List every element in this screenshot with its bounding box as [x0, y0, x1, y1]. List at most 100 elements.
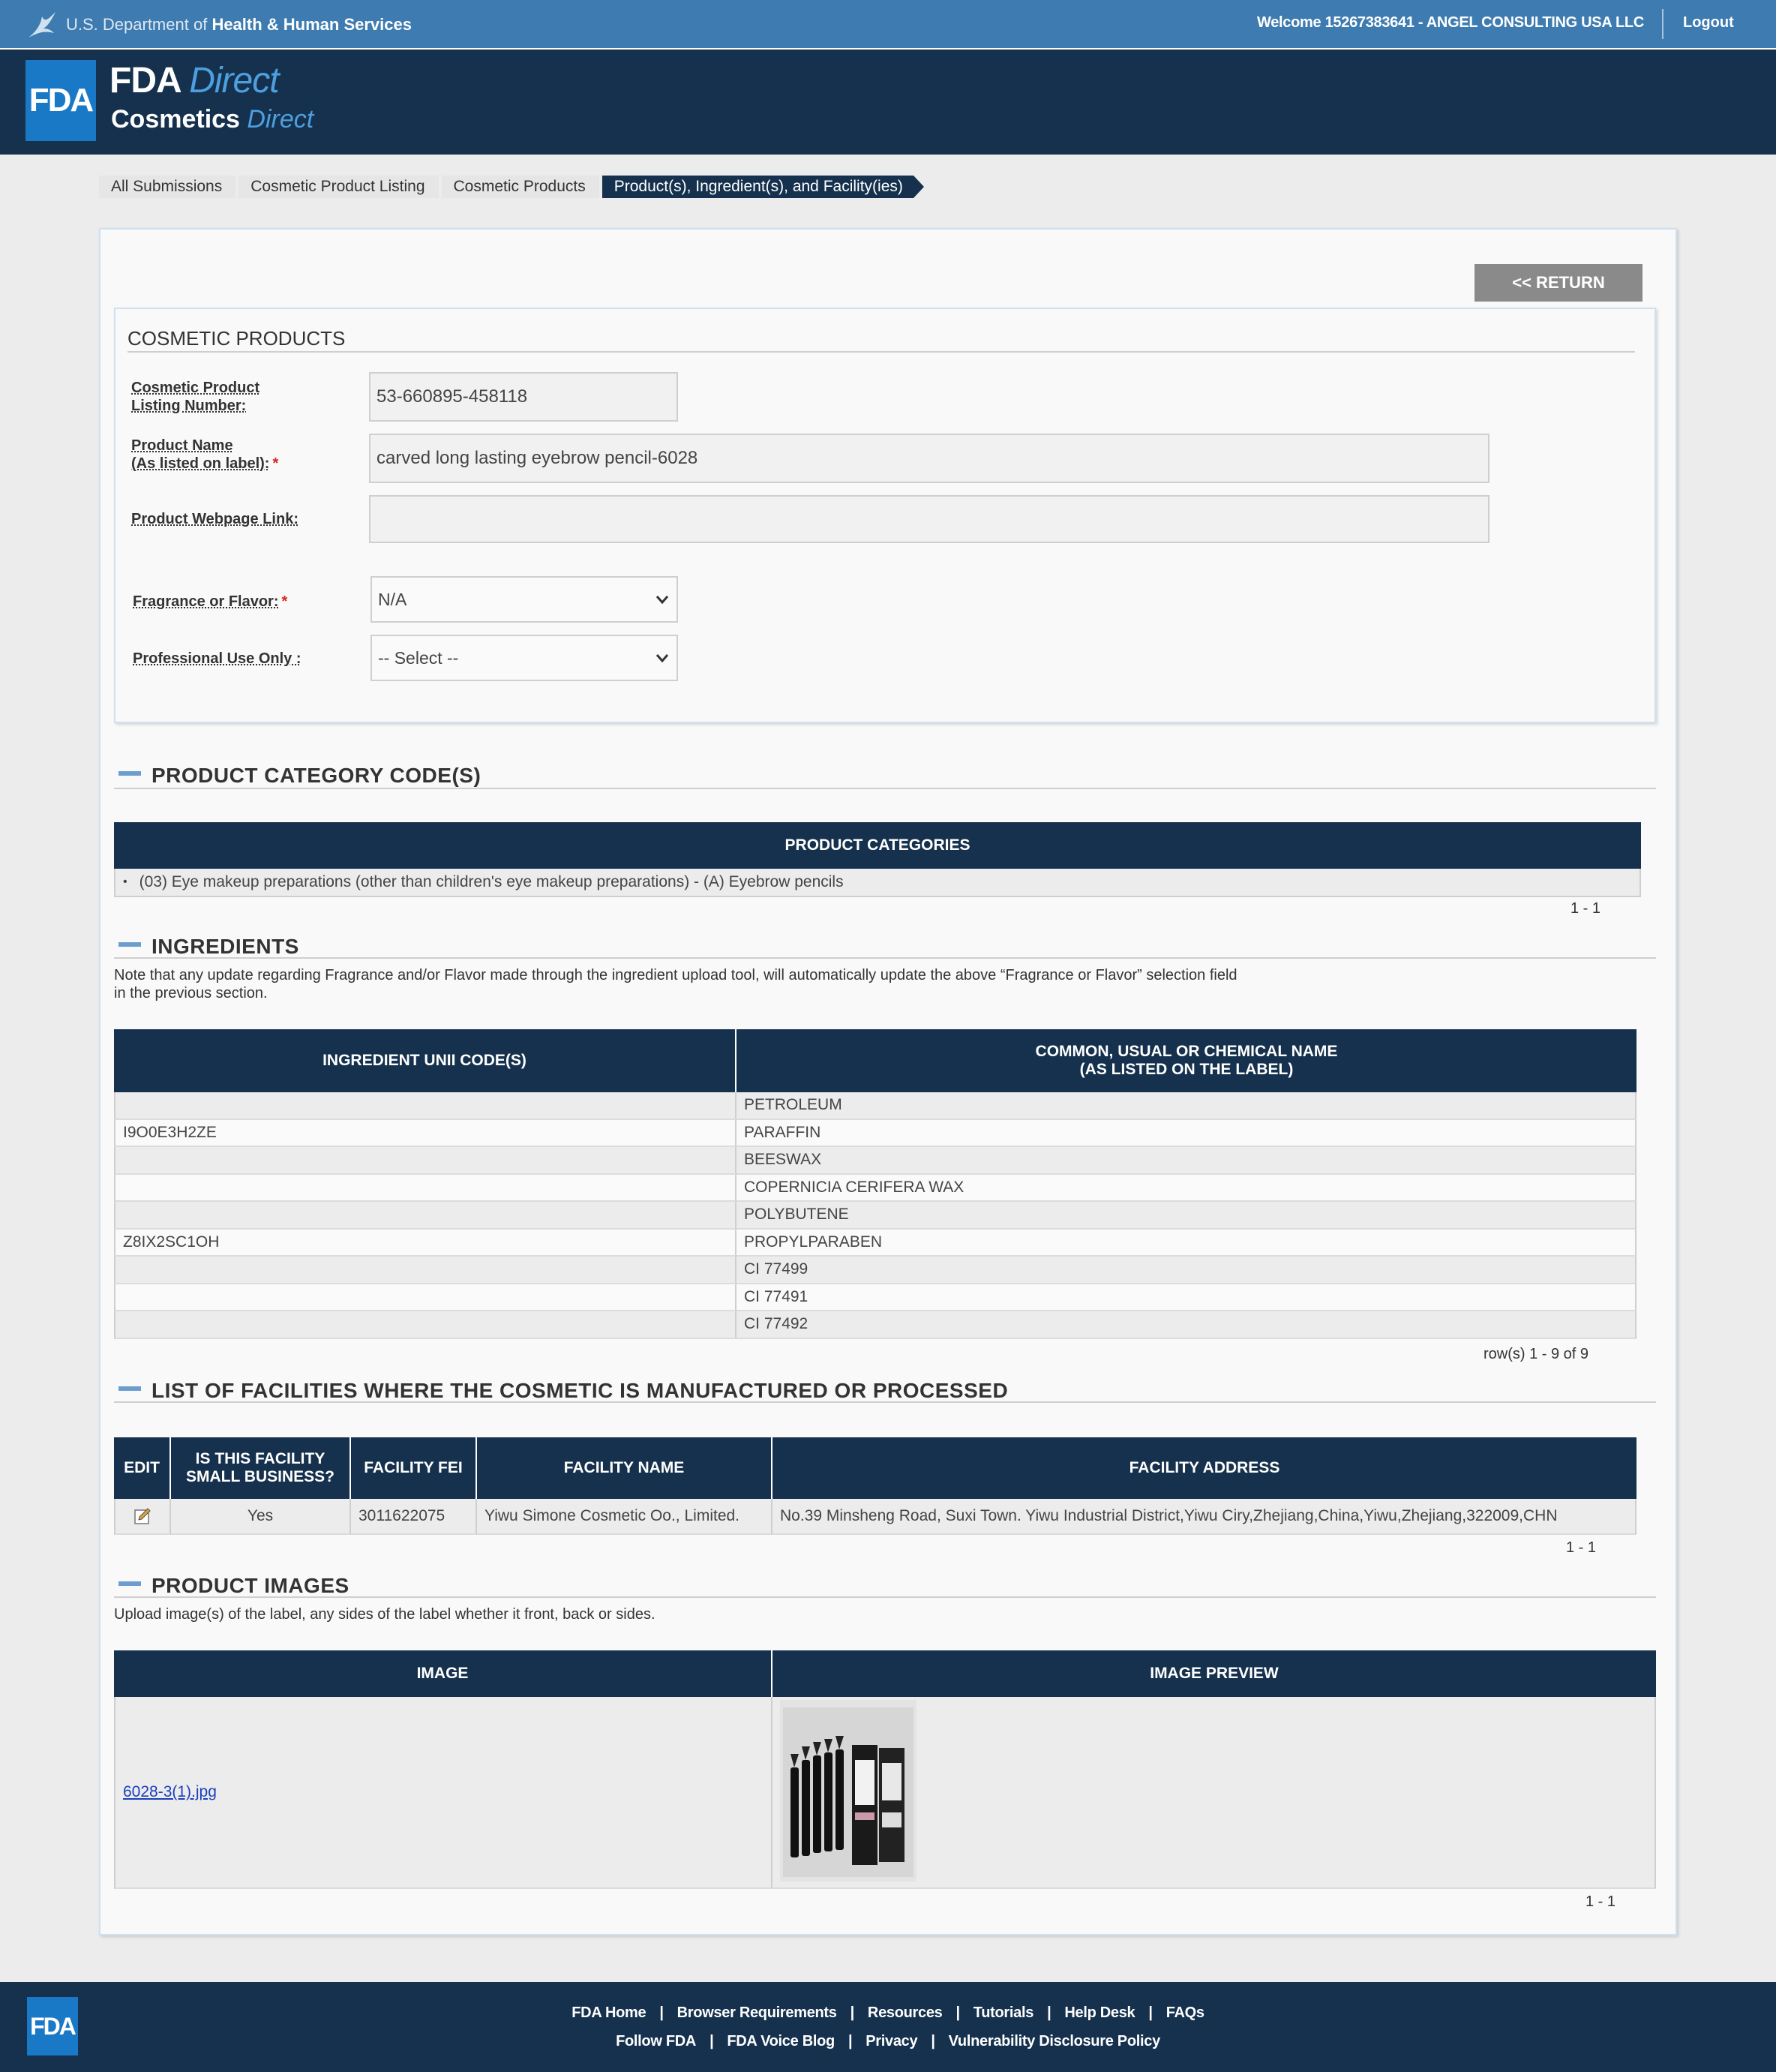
facilities-pager: 1 - 1 [1566, 1539, 1597, 1556]
return-button[interactable]: << RETURN [1474, 264, 1642, 302]
breadcrumb-all-submissions[interactable]: All Submissions [99, 176, 236, 198]
footer-link[interactable]: Tutorials [974, 2004, 1034, 2021]
footer-link[interactable]: FDA Voice Blog [727, 2033, 835, 2049]
facility-small-business-header: IS THIS FACILITY SMALL BUSINESS? [171, 1437, 351, 1499]
fda-logo[interactable]: FDA [26, 60, 96, 141]
site-footer: FDA FDA Home | Browser Requirements | Resour… [0, 1982, 1776, 2072]
footer-link[interactable]: Vulnerability Disclosure Policy [949, 2033, 1161, 2049]
ingredient-name-cell: PETROLEUM [736, 1092, 1636, 1120]
footer-link[interactable]: Resources [868, 2004, 943, 2021]
divider [114, 957, 1656, 959]
ingredient-unii-cell [114, 1147, 736, 1175]
product-images-note: Upload image(s) of the label, any sides … [114, 1606, 656, 1623]
footer-separator: | [956, 2004, 961, 2021]
footer-link[interactable]: Follow FDA [616, 2033, 696, 2049]
listing-number-field[interactable]: 53-660895-458118 [369, 372, 678, 422]
professional-use-select[interactable]: -- Select -- [370, 635, 678, 681]
ingredients-title: INGREDIENTS [152, 935, 299, 958]
ingredient-unii-cell: I9O0E3H2ZE [114, 1119, 736, 1147]
collapse-icon[interactable] [118, 1386, 141, 1391]
webpage-link-field[interactable] [369, 495, 1490, 543]
ingredients-note: Note that any update regarding Fragrance… [114, 967, 1238, 1001]
facilities-title: LIST OF FACILITIES WHERE THE COSMETIC IS… [152, 1379, 1009, 1402]
breadcrumb-current-page: Product(s), Ingredient(s), and Facility(… [602, 176, 925, 198]
footer-separator: | [848, 2033, 853, 2049]
image-file-link[interactable]: 6028-3(1).jpg [123, 1783, 217, 1801]
edit-facility-button[interactable] [114, 1499, 171, 1535]
bullet-icon: • [123, 875, 128, 888]
ingredient-unii-cell [114, 1174, 736, 1202]
fda-direct-brand: FDA Direct [110, 61, 280, 101]
divider [114, 788, 1656, 789]
fragrance-label: Fragrance or Flavor: * [133, 593, 288, 610]
footer-link[interactable]: Browser Requirements [677, 2004, 837, 2021]
image-file-cell: 6028-3(1).jpg [114, 1697, 772, 1889]
facility-edit-header: EDIT [114, 1437, 171, 1499]
required-marker: * [281, 593, 288, 610]
divider [114, 1596, 1656, 1598]
product-name-field[interactable]: carved long lasting eyebrow pencil-6028 [369, 434, 1490, 483]
image-header: IMAGE [114, 1650, 772, 1697]
facility-fei-cell: 3011622075 [351, 1499, 477, 1535]
hhs-top-bar: U.S. Department of Health & Human Servic… [0, 0, 1776, 48]
images-pager: 1 - 1 [1586, 1893, 1616, 1910]
product-name-label: Product Name (As listed on label): * [131, 437, 279, 472]
breadcrumb: All Submissions Cosmetic Product Listing… [99, 176, 925, 198]
breadcrumb-cosmetic-product-listing[interactable]: Cosmetic Product Listing [238, 176, 439, 198]
footer-link[interactable]: Privacy [866, 2033, 917, 2049]
footer-separator: | [1047, 2004, 1052, 2021]
footer-separator: | [850, 2004, 855, 2021]
footer-links-row-1: FDA Home | Browser Requirements | Resources |… [0, 2004, 1776, 2022]
professional-use-selected-value: -- Select -- [378, 647, 459, 668]
professional-use-label: Professional Use Only : [133, 650, 302, 667]
collapse-icon[interactable] [118, 1581, 141, 1586]
edit-pencil-icon [134, 1508, 151, 1524]
topbar-divider [1662, 9, 1664, 39]
footer-separator: | [710, 2033, 714, 2049]
divider [114, 1401, 1656, 1403]
site-header: FDA FDA Direct Cosmetics Direct [0, 48, 1776, 155]
footer-separator: | [659, 2004, 664, 2021]
ingredient-name-cell: PROPYLPARABEN [736, 1229, 1636, 1257]
ingredient-unii-cell [114, 1284, 736, 1311]
ingredient-name-cell: CI 77492 [736, 1311, 1636, 1339]
ingredient-name-header: COMMON, USUAL OR CHEMICAL NAME (AS LISTE… [736, 1029, 1636, 1092]
webpage-link-label: Product Webpage Link: [131, 511, 298, 527]
ingredient-name-cell: CI 77499 [736, 1257, 1636, 1284]
product-images-title: PRODUCT IMAGES [152, 1574, 350, 1597]
ingredient-name-cell: COPERNICIA CERIFERA WAX [736, 1174, 1636, 1202]
breadcrumb-cosmetic-products[interactable]: Cosmetic Products [441, 176, 599, 198]
footer-separator: | [1148, 2004, 1153, 2021]
list-item: • (03) Eye makeup preparations (other th… [114, 869, 1641, 897]
product-categories-header: PRODUCT CATEGORIES [114, 822, 1641, 869]
facility-address-cell: No.39 Minsheng Road, Suxi Town. Yiwu Ind… [772, 1499, 1636, 1535]
footer-link[interactable]: Help Desk [1064, 2004, 1135, 2021]
welcome-user-text: Welcome 15267383641 - ANGEL CONSULTING U… [1257, 14, 1644, 31]
collapse-icon[interactable] [118, 771, 141, 776]
facility-fei-header: FACILITY FEI [351, 1437, 477, 1499]
hhs-agency-name: U.S. Department of Health & Human Servic… [66, 15, 412, 34]
footer-link[interactable]: FDA Home [572, 2004, 646, 2021]
ingredients-pager: row(s) 1 - 9 of 9 [1484, 1346, 1589, 1362]
footer-links-row-2: Follow FDA | FDA Voice Blog | Privacy | Vulner… [0, 2033, 1776, 2050]
footer-separator: | [931, 2033, 935, 2049]
cosmetics-direct-brand: Cosmetics Direct [111, 105, 314, 134]
ingredient-unii-cell [114, 1092, 736, 1120]
product-image-thumbnail[interactable] [780, 1700, 916, 1881]
product-category-title: PRODUCT CATEGORY CODE(S) [152, 764, 482, 787]
chevron-down-icon [656, 596, 669, 605]
image-preview-cell [772, 1697, 1656, 1889]
footer-link[interactable]: FAQs [1166, 2004, 1204, 2021]
ingredient-unii-cell [114, 1257, 736, 1284]
fragrance-select[interactable]: N/A [370, 576, 678, 623]
logout-link[interactable]: Logout [1683, 14, 1734, 32]
collapse-icon[interactable] [118, 942, 141, 947]
facility-name-cell: Yiwu Simone Cosmetic Oo., Limited. [477, 1499, 772, 1535]
category-pager: 1 - 1 [1570, 900, 1601, 917]
required-marker: * [272, 455, 279, 472]
facility-small-business-cell: Yes [171, 1499, 351, 1535]
ingredient-name-cell: PARAFFIN [736, 1119, 1636, 1147]
hhs-eagle-icon [28, 12, 56, 38]
listing-number-label: Cosmetic Product Listing Number: [131, 380, 260, 414]
facility-name-header: FACILITY NAME [477, 1437, 772, 1499]
